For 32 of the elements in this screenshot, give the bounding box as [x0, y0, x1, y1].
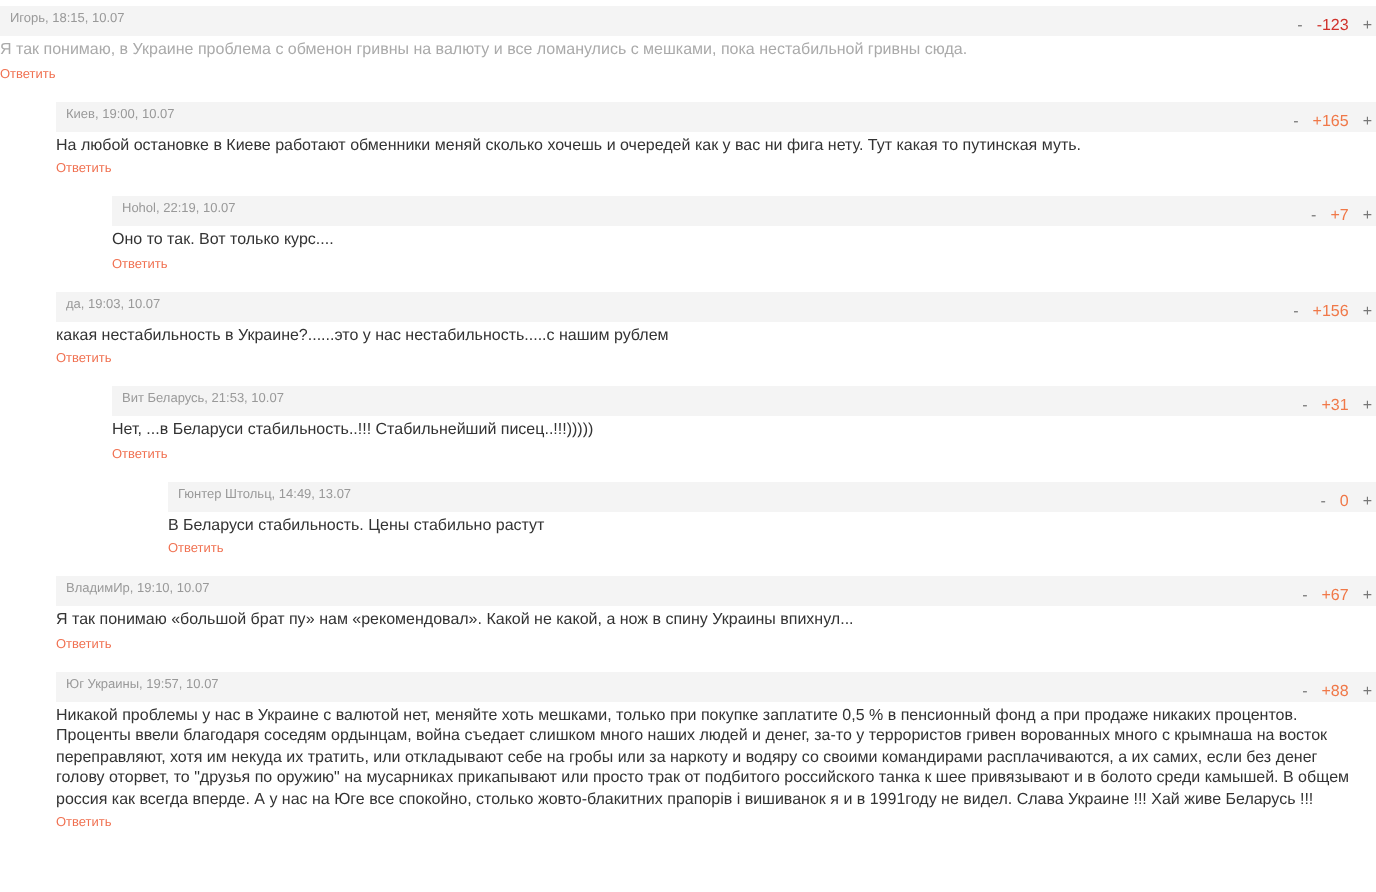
vote-down-button[interactable]: -	[1302, 586, 1308, 604]
comment-text: Никакой проблемы у нас в Украине с валютой нет, меняйте хоть мешками, только при покупке заплатите 0,5 % в пенсионный фонд а при продаже никаких процентов. Проценты ввели благодаря соседям ордынцам, война съедает слишком много наших людей и денег, за-то у террористов гривен ворованных много с крымнаша на восток переправляют, хотя им некуда их тратить, или откладывают себе на гробы или за наркоту и водяру со своими командирами расплачиваются, а их самих, если без денег голову оторвет, то "друзья по оружию" на мусарниках прикапывают или просто трак от подбитого российского танка к шее привязывают и в болото среди камышей. В общем россия как всегда вперде. А у нас на Юге все спокойно, столько жовто-блакитних прапорів і вишиванок я и в 1991году не видел. Слава Украине !!! Хай живе Беларусь !!!	[56, 705, 1352, 810]
comment-score: +31	[1321, 396, 1349, 414]
vote-down-button[interactable]: -	[1297, 16, 1303, 34]
vote-down-button[interactable]: -	[1320, 491, 1326, 509]
comment-text: На любой остановке в Киеве работают обменники меняй сколько хочешь и очередей как у вас ни фига нету. Тут какая то путинская муть.	[56, 135, 1083, 156]
comment-score: +88	[1321, 681, 1349, 699]
comment-score: +156	[1312, 301, 1349, 319]
vote-up-button[interactable]: +	[1362, 396, 1372, 414]
comment-score: +165	[1312, 111, 1349, 129]
vote-down-button[interactable]: -	[1302, 681, 1308, 699]
comment-text: Нет, ...в Беларуси стабильность..!!! Стабильнейший писец..!!!)))))	[112, 420, 596, 441]
comment-score: +7	[1330, 206, 1349, 224]
vote-down-button[interactable]: -	[1293, 111, 1299, 129]
comment-score: +67	[1321, 586, 1349, 604]
vote-up-button[interactable]: +	[1362, 16, 1372, 34]
comment-text: Я так понимаю, в Украине проблема с обменон гривны на валюту и все ломанулись с мешками, пока нестабильной гривны сюда.	[0, 40, 970, 61]
vote-up-button[interactable]: +	[1362, 301, 1372, 319]
vote-down-button[interactable]: -	[1311, 206, 1317, 224]
vote-down-button[interactable]: -	[1302, 396, 1308, 414]
vote-down-button[interactable]: -	[1293, 301, 1299, 319]
vote-up-button[interactable]: +	[1362, 681, 1372, 699]
vote-up-button[interactable]: +	[1362, 111, 1372, 129]
vote-up-button[interactable]: +	[1362, 586, 1372, 604]
comment-score: 0	[1339, 491, 1349, 509]
comment-text: В Беларуси стабильность. Цены стабильно растут	[168, 515, 547, 536]
comment-score: -123	[1316, 16, 1349, 34]
comment-text: какая нестабильность в Украине?......это у нас нестабильность.....с нашим рублем	[56, 325, 671, 346]
comment-text: Оно то так. Вот только курс....	[112, 230, 336, 251]
vote-up-button[interactable]: +	[1362, 491, 1372, 509]
comment-text: Я так понимаю «большой брат пу» нам «рекомендовал». Какой не какой, а нож в спину Украины впихнул...	[56, 610, 856, 631]
vote-up-button[interactable]: +	[1362, 206, 1372, 224]
